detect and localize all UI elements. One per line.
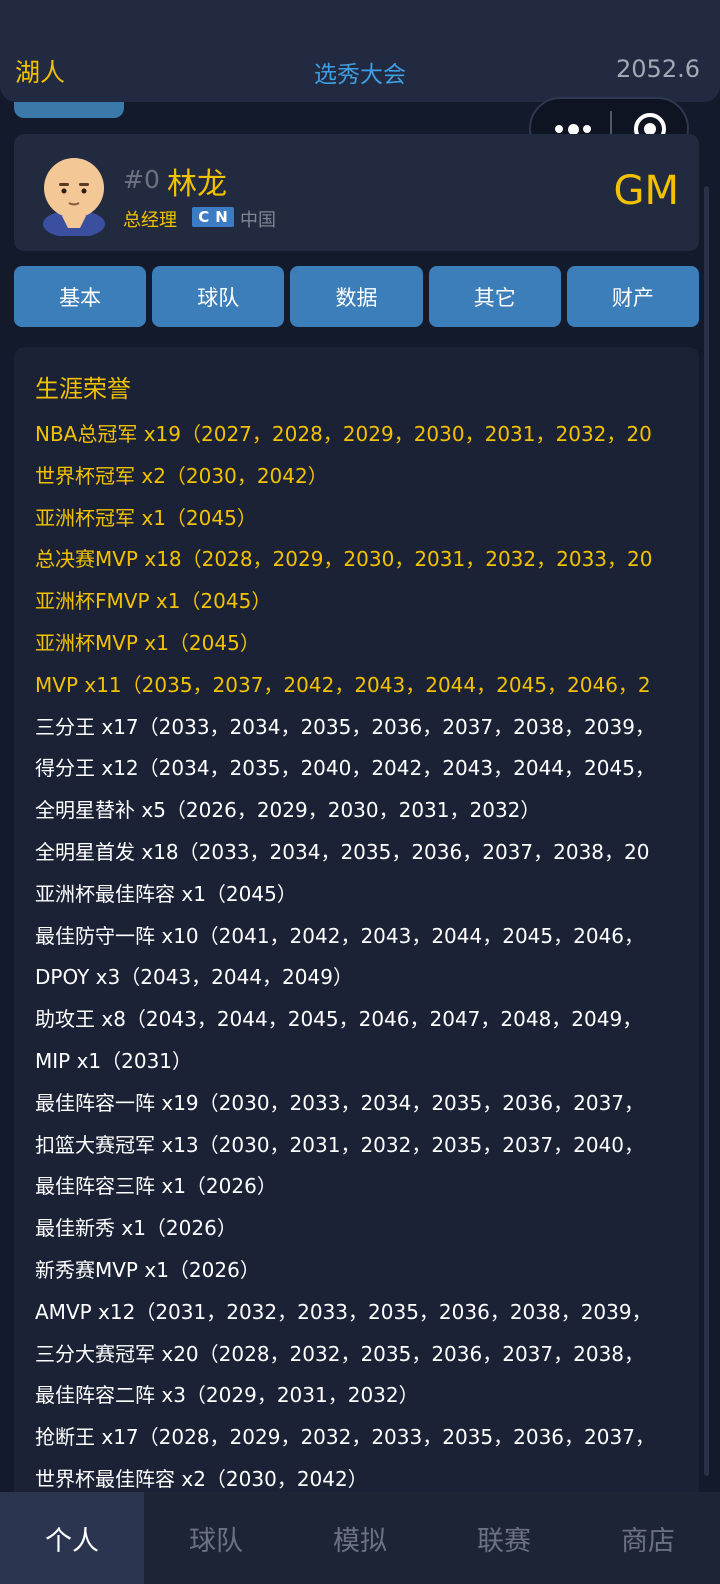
gm-badge: GM bbox=[613, 168, 679, 214]
honor-item: 三分大赛冠军 x20（2028，2032，2035，2036，2037，2038… bbox=[35, 1341, 645, 1366]
page-title: 选秀大会 bbox=[314, 62, 406, 88]
player-number: #0 bbox=[123, 165, 160, 194]
honor-item: AMVP x12（2031，2032，2033，2035，2036，2038，2… bbox=[35, 1299, 652, 1324]
honor-item: 助攻王 x8（2043，2044，2045，2046，2047，2048，204… bbox=[35, 1007, 643, 1032]
nav-shop[interactable]: 商店 bbox=[576, 1492, 720, 1584]
header-tab-stub bbox=[14, 102, 124, 118]
avatar bbox=[43, 158, 105, 236]
nav-league[interactable]: 联赛 bbox=[432, 1492, 576, 1584]
honor-item: 得分王 x12（2034，2035，2040，2042，2043，2044，20… bbox=[35, 756, 655, 781]
honor-item: MVP x11（2035，2037，2042，2043，2044，2045，20… bbox=[35, 672, 651, 697]
honors-title: 生涯荣誉 bbox=[35, 375, 131, 403]
honor-item: 最佳防守一阵 x10（2041，2042，2043，2044，2045，2046… bbox=[35, 923, 645, 948]
honor-item: 全明星替补 x5（2026，2029，2030，2031，2032） bbox=[35, 798, 541, 823]
nav-personal[interactable]: 个人 bbox=[0, 1492, 144, 1584]
honor-item: 最佳阵容三阵 x1（2026） bbox=[35, 1174, 277, 1199]
honor-item: 最佳新秀 x1（2026） bbox=[35, 1216, 237, 1241]
top-header: 湖人 选秀大会 2052.6 bbox=[0, 0, 720, 102]
tab-stats[interactable]: 数据 bbox=[290, 266, 423, 327]
flag-letter: C bbox=[198, 208, 210, 226]
info-tabs: 基本 球队 数据 其它 财产 bbox=[14, 266, 700, 327]
honor-item: 亚洲杯FMVP x1（2045） bbox=[35, 589, 272, 614]
nav-team[interactable]: 球队 bbox=[144, 1492, 288, 1584]
tab-team[interactable]: 球队 bbox=[152, 266, 285, 327]
honor-item: MIP x1（2031） bbox=[35, 1048, 193, 1073]
honor-item: 亚洲杯冠军 x1（2045） bbox=[35, 505, 257, 530]
honor-item: 全明星首发 x18（2033，2034，2035，2036，2037，2038，… bbox=[35, 839, 650, 864]
tab-assets[interactable]: 财产 bbox=[566, 266, 700, 327]
honor-item: 总决赛MVP x18（2028，2029，2030，2031，2032，2033… bbox=[35, 547, 653, 572]
tab-other[interactable]: 其它 bbox=[428, 266, 561, 327]
role-label: 总经理 bbox=[123, 210, 177, 231]
honor-item: 新秀赛MVP x1（2026） bbox=[35, 1257, 260, 1282]
honor-item: 三分王 x17（2033，2034，2035，2036，2037，2038，20… bbox=[35, 714, 655, 739]
nav-simulate[interactable]: 模拟 bbox=[288, 1492, 432, 1584]
honor-item: 亚洲杯最佳阵容 x1（2045） bbox=[35, 881, 297, 906]
honor-item: 世界杯冠军 x2（2030，2042） bbox=[35, 463, 328, 488]
country-flag-icon: C N bbox=[192, 207, 234, 227]
honor-item: 亚洲杯MVP x1（2045） bbox=[35, 630, 260, 655]
honor-item: 抢断王 x17（2028，2029，2032，2033，2035，2036，20… bbox=[35, 1425, 655, 1450]
game-date: 2052.6 bbox=[616, 55, 700, 83]
honor-item: NBA总冠军 x19（2027，2028，2029，2030，2031，2032… bbox=[35, 422, 652, 446]
honors-list: NBA总冠军 x19（2027，2028，2029，2030，2031，2032… bbox=[35, 419, 678, 1506]
scrollbar[interactable] bbox=[704, 186, 709, 1476]
app-screen: 湖人 选秀大会 2052.6 #0 林龙 总经理 C N 中国 GM 基本 球队… bbox=[0, 0, 720, 1584]
honor-item: DPOY x3（2043，2044，2049） bbox=[35, 965, 353, 990]
tab-basic[interactable]: 基本 bbox=[14, 266, 147, 327]
profile-card: #0 林龙 总经理 C N 中国 GM bbox=[14, 134, 699, 251]
flag-letter: N bbox=[215, 208, 228, 226]
honor-item: 最佳阵容一阵 x19（2030，2033，2034，2035，2036，2037… bbox=[35, 1090, 645, 1115]
career-honors-panel[interactable]: 生涯荣誉 NBA总冠军 x19（2027，2028，2029，2030，2031… bbox=[14, 347, 699, 1507]
country-name: 中国 bbox=[240, 210, 276, 231]
bottom-nav: 个人 球队 模拟 联赛 商店 bbox=[0, 1492, 720, 1584]
honor-item: 扣篮大赛冠军 x13（2030，2031，2032，2035，2037，2040… bbox=[35, 1132, 645, 1157]
honor-item: 最佳阵容二阵 x3（2029，2031，2032） bbox=[35, 1383, 419, 1408]
player-name: 林龙 bbox=[167, 167, 227, 202]
